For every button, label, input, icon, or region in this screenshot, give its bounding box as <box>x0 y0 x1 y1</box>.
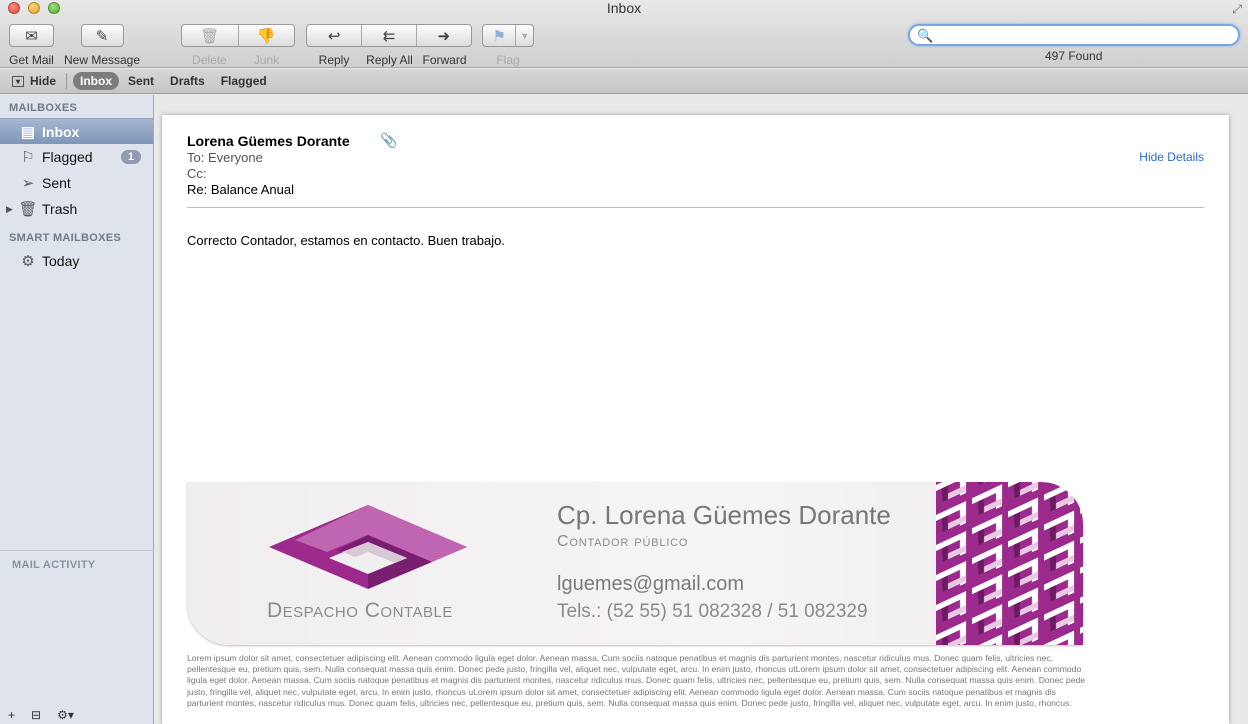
fullscreen-icon[interactable]: ⤢ <box>1232 2 1242 17</box>
search-result-count: 497 Found <box>1045 49 1103 63</box>
flag-group: ⚑ ▼ Flag <box>482 24 534 67</box>
role-word-publico: público <box>634 533 689 550</box>
header-divider <box>187 207 1204 208</box>
favorite-inbox[interactable]: Inbox <box>73 72 120 90</box>
unread-badge: 1 <box>120 150 141 164</box>
sidebar-item-today[interactable]: ⚙ Today <box>0 248 153 274</box>
window-toolbar: Inbox ⤢ ✉ Get Mail ✎ New Message 🗑 👎 Del… <box>0 0 1248 68</box>
hide-label: Hide <box>30 74 57 88</box>
mailbox-sidebar: MAILBOXES ▤ Inbox ⚐ Flagged 1 ➢ Sent ▶ 🗑… <box>0 95 154 724</box>
sidebar-item-label: Inbox <box>42 123 80 140</box>
hide-details-link[interactable]: Hide Details <box>1139 150 1204 164</box>
thumbs-down-icon: 👎 <box>256 27 276 45</box>
mail-activity-heading: MAIL ACTIVITY <box>12 559 96 571</box>
search-input[interactable] <box>932 27 1232 43</box>
forward-label: Forward <box>422 53 467 67</box>
trash-icon: 🗑 <box>18 201 38 218</box>
get-mail-button[interactable]: ✉ Get Mail <box>9 24 54 67</box>
get-mail-label: Get Mail <box>9 53 54 67</box>
reply-arrow-icon: ↩ <box>327 27 341 45</box>
signature-email[interactable]: lguemes@gmail.com <box>557 573 744 596</box>
delete-button[interactable]: 🗑 <box>182 25 239 46</box>
sidebar-item-flagged[interactable]: ⚐ Flagged 1 <box>0 144 153 170</box>
decorative-pattern-icon <box>936 482 1083 645</box>
message-body: Correcto Contador, estamos en contacto. … <box>187 233 505 248</box>
search-icon: 🔍 <box>917 28 934 43</box>
flag-icon: ⚑ <box>492 27 506 45</box>
sidebar-bottom-bar: + ⊟ ⚙▾ <box>8 708 74 724</box>
mailboxes-heading: MAILBOXES <box>9 102 78 114</box>
brand-word-despacho: Despacho <box>267 599 359 622</box>
sidebar-item-label: Trash <box>42 201 78 217</box>
despacho-logo-icon <box>269 505 467 589</box>
compose-icon: ✎ <box>95 27 109 45</box>
recipient-line: To: Everyone <box>187 150 263 165</box>
trash-icon: 🗑 <box>200 27 220 45</box>
paper-plane-icon: ➢ <box>21 175 35 192</box>
inbox-icon: ▤ <box>20 123 36 141</box>
signature-role: Contador público <box>557 533 688 551</box>
flag-button[interactable]: ⚑ <box>483 25 517 46</box>
reply-all-arrow-icon: ⇇ <box>382 27 396 45</box>
hide-mailboxes-button[interactable]: ▾ Hide <box>12 74 56 88</box>
brand-word-contable: Contable <box>364 599 453 622</box>
smart-mailboxes-heading: SMART MAILBOXES <box>9 232 122 244</box>
reply-all-label: Reply All <box>366 53 413 67</box>
message-viewer: Lorena Güemes Dorante 📎 To: Everyone Cc:… <box>162 115 1229 724</box>
add-mailbox-button[interactable]: + <box>8 708 15 724</box>
search-field[interactable]: 🔍 <box>908 24 1240 46</box>
paperclip-icon[interactable]: 📎 <box>380 132 397 149</box>
brand-wordmark: Despacho Contable <box>267 599 453 623</box>
sidebar-item-label: Sent <box>42 175 71 191</box>
favorite-flagged[interactable]: Flagged <box>214 72 274 90</box>
sidebar-toggle-icon: ▾ <box>12 75 24 87</box>
junk-label: Junk <box>253 53 280 67</box>
forward-button[interactable]: ➜ <box>417 25 471 46</box>
flag-label: Flag <box>496 53 520 67</box>
new-message-group: ✎ New Message <box>64 24 140 67</box>
email-signature: Despacho Contable Cp. Lorena Güemes Dora… <box>187 482 1083 645</box>
reply-all-button[interactable]: ⇇ <box>362 25 417 46</box>
new-message-button[interactable]: ✎ New Message <box>64 24 140 67</box>
sidebar-item-trash[interactable]: ▶ 🗑 Trash <box>0 196 153 222</box>
sidebar-item-label: Flagged <box>42 149 93 165</box>
chevron-down-icon: ▼ <box>520 30 530 41</box>
reply-button[interactable]: ↩ <box>307 25 363 46</box>
junk-button[interactable]: 👎 <box>239 25 295 46</box>
delete-junk-group: 🗑 👎 Delete Junk <box>181 24 295 67</box>
favorite-drafts[interactable]: Drafts <box>163 72 212 90</box>
favorites-divider <box>66 73 68 89</box>
message-subject: Re: Balance Anual <box>187 182 294 197</box>
sidebar-item-sent[interactable]: ➢ Sent <box>0 170 153 196</box>
gear-icon: ⚙ <box>21 253 35 270</box>
disclosure-triangle-icon[interactable]: ▶ <box>6 204 13 215</box>
signature-name: Cp. Lorena Güemes Dorante <box>557 500 891 530</box>
get-mail-group: ✉ Get Mail <box>9 24 54 67</box>
favorite-sent[interactable]: Sent <box>121 72 161 90</box>
sidebar-divider <box>0 550 154 551</box>
delete-label: Delete <box>192 53 227 67</box>
reply-label: Reply <box>318 53 350 67</box>
flag-menu-button[interactable]: ▼ <box>516 25 533 46</box>
signature-disclaimer: Lorem ipsum dolor sit amet, consectetuer… <box>187 653 1086 708</box>
role-word-contador: Contador <box>557 533 630 550</box>
new-message-label: New Message <box>64 53 141 67</box>
envelope-icon: ✉ <box>25 27 38 45</box>
cc-line: Cc: <box>187 166 207 181</box>
flag-icon: ⚐ <box>21 149 35 166</box>
show-activity-button[interactable]: ⊟ <box>31 708 41 724</box>
reply-group: ↩ ⇇ ➜ Reply Reply All Forward <box>306 24 472 67</box>
action-gear-button[interactable]: ⚙▾ <box>57 708 74 724</box>
signature-phone: Tels.: (52 55) 51 082328 / 51 082329 <box>557 601 868 622</box>
favorites-bar: ▾ Hide Inbox Sent Drafts Flagged <box>0 69 1248 94</box>
forward-arrow-icon: ➜ <box>437 27 451 45</box>
sender-name: Lorena Güemes Dorante <box>187 133 350 149</box>
sidebar-item-inbox[interactable]: ▤ Inbox <box>0 118 153 144</box>
sidebar-item-label: Today <box>42 253 80 269</box>
window-title: Inbox <box>606 0 642 16</box>
